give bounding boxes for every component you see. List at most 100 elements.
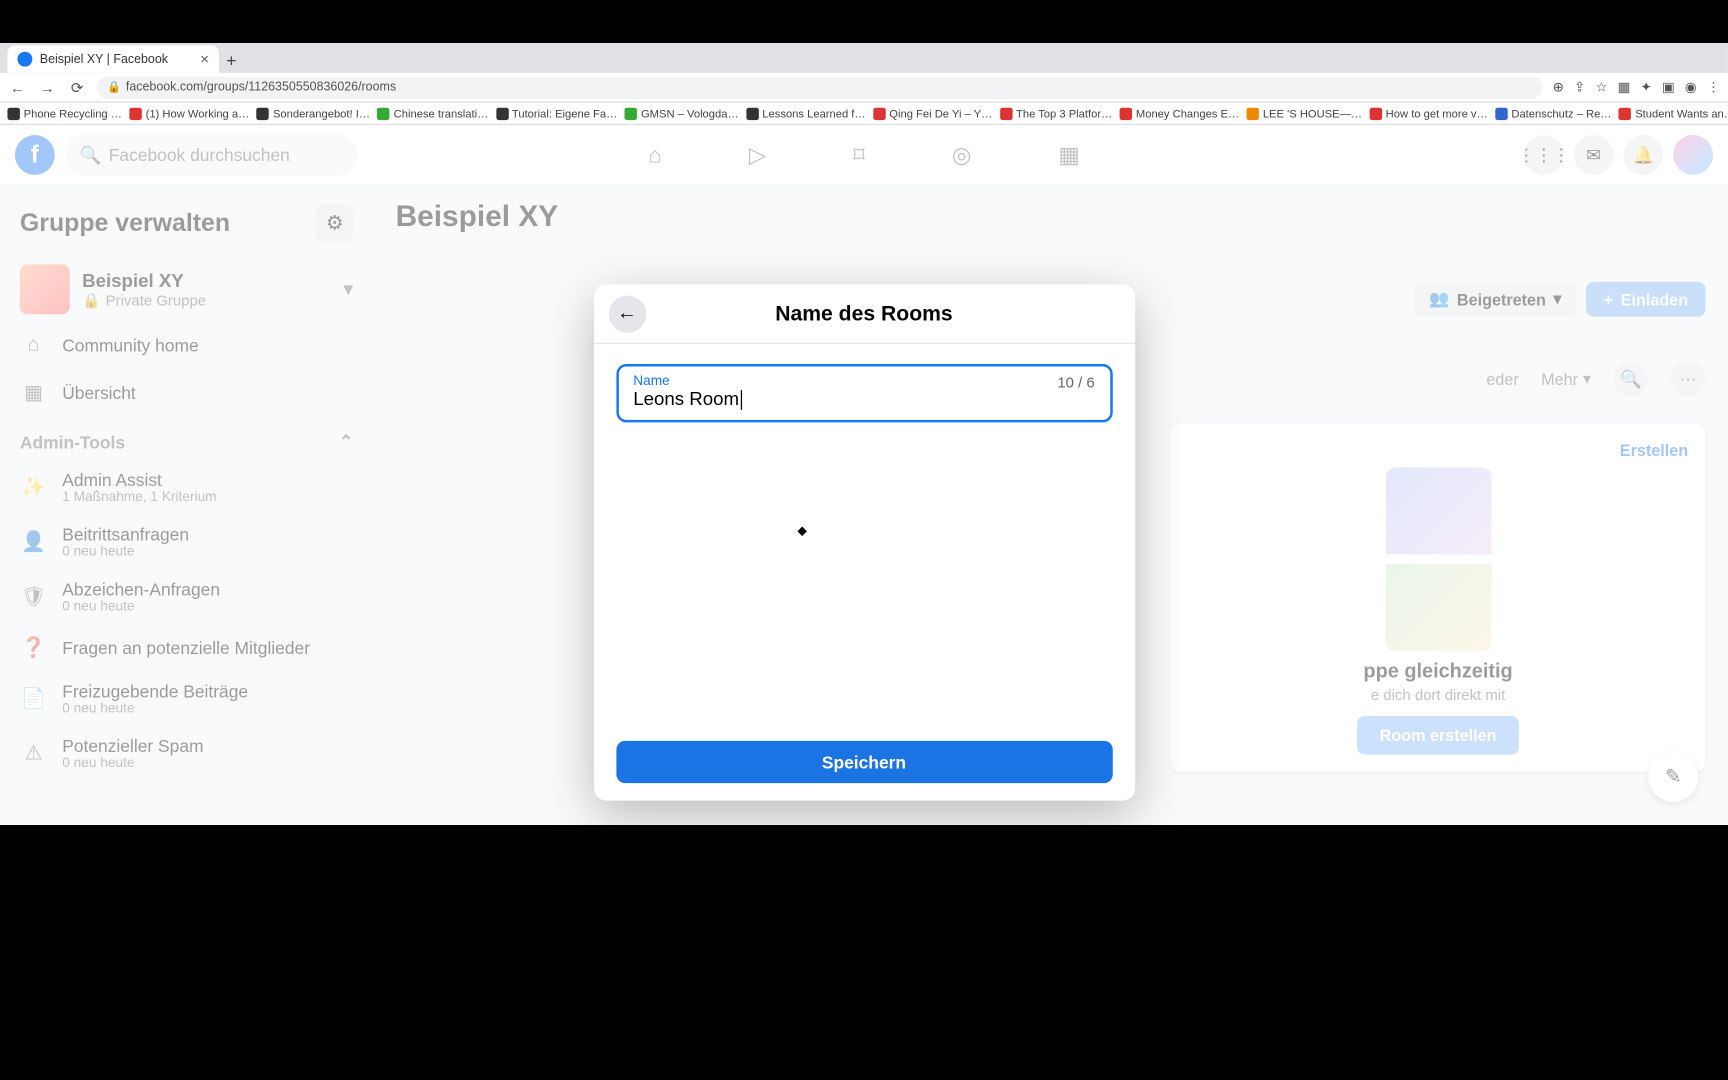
browser-address-bar: ← → ⟳ 🔒 facebook.com/groups/112635055083…	[0, 73, 1728, 103]
sidebar-item-label: Fragen an potenzielle Mitglieder	[62, 638, 310, 658]
gaming-icon[interactable]: ▦	[1058, 142, 1079, 168]
messenger-icon[interactable]: ✉	[1574, 135, 1614, 175]
rooms-illustration	[1385, 467, 1491, 651]
sidebar-item-label: Community home	[62, 335, 198, 355]
fb-search[interactable]: 🔍 Facebook durchsuchen	[65, 134, 357, 176]
admin-item-icon: ❓	[20, 634, 47, 661]
home-icon: ⌂	[20, 332, 47, 359]
bookmark-favicon	[746, 107, 758, 119]
tab-title: Beispiel XY | Facebook	[40, 52, 168, 66]
bookmark-item[interactable]: Qing Fei De Yi – Y…	[873, 107, 992, 119]
bookmark-label: The Top 3 Platfor…	[1016, 107, 1112, 119]
bookmark-label: How to get more v…	[1386, 107, 1488, 119]
search-in-group-icon[interactable]: 🔍	[1613, 361, 1648, 396]
overview-icon: ▦	[20, 379, 47, 406]
bookmark-item[interactable]: Tutorial: Eigene Fa…	[496, 107, 618, 119]
sidebar-item-subtext: 1 Maßnahme, 1 Kriterium	[62, 490, 216, 505]
bookmark-item[interactable]: Sonderangebot! I…	[257, 107, 370, 119]
sidebar-title: Gruppe verwalten	[20, 209, 230, 238]
home-icon[interactable]: ⌂	[648, 142, 662, 168]
tab-members[interactable]: eder	[1486, 370, 1518, 389]
chevron-down-icon: ▾	[1553, 289, 1561, 309]
compose-fab[interactable]: ✎	[1648, 752, 1698, 802]
bookmark-item[interactable]: How to get more v…	[1370, 107, 1488, 119]
more-options-icon[interactable]: ⋯	[1671, 361, 1706, 396]
name-field[interactable]: Name Leons Room 10 / 6	[616, 364, 1112, 422]
save-button[interactable]: Speichern	[616, 741, 1112, 783]
bookmark-item[interactable]: Money Changes E…	[1120, 107, 1239, 119]
bookmark-label: Money Changes E…	[1136, 107, 1239, 119]
bookmark-favicon	[1000, 107, 1012, 119]
bookmarks-bar: Phone Recycling … (1) How Working a… Sonde…	[0, 103, 1728, 125]
zoom-icon[interactable]: ⊕	[1553, 79, 1564, 95]
sidebar-admin-item[interactable]: 👤Beitrittsanfragen0 neu heute	[10, 514, 363, 569]
text-cursor	[740, 389, 741, 409]
bookmark-item[interactable]: Datenschutz – Re…	[1495, 107, 1611, 119]
bookmark-favicon	[1495, 107, 1507, 119]
bookmark-label: Lessons Learned f…	[762, 107, 865, 119]
bookmark-item[interactable]: Phone Recycling …	[7, 107, 122, 119]
tab-close-icon[interactable]: ×	[200, 50, 209, 67]
sidebar-item-community-home[interactable]: ⌂ Community home	[10, 322, 363, 369]
bookmark-item[interactable]: GMSN – Vologda…	[625, 107, 739, 119]
bookmark-favicon	[1120, 107, 1132, 119]
nav-back-icon[interactable]: ←	[7, 78, 27, 95]
marketplace-icon[interactable]: ⌑	[853, 142, 865, 168]
group-selector[interactable]: Beispiel XY 🔒Private Gruppe ▾	[10, 257, 363, 322]
star-icon[interactable]: ☆	[1595, 79, 1607, 95]
url-field[interactable]: 🔒 facebook.com/groups/1126350550836026/r…	[97, 76, 1543, 98]
field-value: Leons Room	[633, 389, 739, 410]
sidebar-admin-item[interactable]: ⚠Potenzieller Spam0 neu heute	[10, 726, 363, 781]
bookmark-item[interactable]: Student Wants an…	[1619, 107, 1728, 119]
bookmark-label: Chinese translati…	[394, 107, 489, 119]
share-icon[interactable]: ⇪	[1574, 79, 1585, 95]
bookmark-item[interactable]: (1) How Working a…	[129, 107, 249, 119]
bookmark-item[interactable]: The Top 3 Platfor…	[1000, 107, 1112, 119]
create-link[interactable]: Erstellen	[1620, 441, 1688, 460]
groups-icon[interactable]: ◎	[952, 142, 972, 168]
nav-forward-icon[interactable]: →	[37, 78, 57, 95]
fb-logo[interactable]: f	[15, 135, 55, 175]
chevron-down-icon[interactable]: ▾	[343, 277, 353, 302]
group-icon: 👥	[1429, 289, 1449, 309]
browser-tab[interactable]: Beispiel XY | Facebook ×	[7, 45, 218, 72]
sidebar-admin-item[interactable]: ❓ Fragen an potenzielle Mitglieder	[10, 624, 363, 671]
bookmark-label: GMSN – Vologda…	[641, 107, 739, 119]
sidebar-admin-item[interactable]: 🛡Abzeichen-Anfragen0 neu heute	[10, 569, 363, 624]
sidebar-item-overview[interactable]: ▦ Übersicht	[10, 369, 363, 416]
nav-reload-icon[interactable]: ⟳	[67, 78, 87, 95]
admin-item-icon: 📄	[20, 685, 47, 712]
bookmark-item[interactable]: LEE 'S HOUSE—…	[1247, 107, 1362, 119]
fb-ext-icon[interactable]: ▦	[1618, 79, 1631, 95]
account-avatar[interactable]	[1673, 135, 1713, 175]
invite-button[interactable]: + Einladen	[1586, 282, 1705, 317]
sidebar-item-label: Freizugebende Beiträge	[62, 681, 248, 701]
tab-more[interactable]: Mehr ▾	[1541, 369, 1591, 389]
sidebar-admin-item[interactable]: 📄Freizugebende Beiträge0 neu heute	[10, 671, 363, 726]
notifications-icon[interactable]: 🔔	[1623, 135, 1663, 175]
extensions-icon[interactable]: ✦	[1641, 79, 1652, 95]
search-icon: 🔍	[80, 144, 102, 165]
rooms-card: Erstellen ppe gleichzeitig e dich dort d…	[1171, 424, 1706, 772]
sidebar-item-label: Beitrittsanfragen	[62, 524, 189, 544]
watch-icon[interactable]: ▷	[749, 142, 766, 168]
joined-button[interactable]: 👥 Beigetreten ▾	[1414, 282, 1576, 317]
profile-icon[interactable]: ◉	[1685, 79, 1697, 95]
modal-back-button[interactable]: ←	[608, 295, 645, 332]
bookmark-item[interactable]: Lessons Learned f…	[746, 107, 866, 119]
bookmark-item[interactable]: Chinese translati…	[378, 107, 489, 119]
menu-icon[interactable]: ⋮	[1707, 79, 1721, 95]
sidebar-item-label: Admin Assist	[62, 470, 216, 490]
plus-icon: +	[1604, 290, 1613, 309]
side-panel-icon[interactable]: ▣	[1662, 79, 1675, 95]
admin-tools-heading[interactable]: Admin-Tools ⌃	[10, 416, 363, 460]
joined-label: Beigetreten	[1457, 290, 1546, 309]
sidebar-settings-icon[interactable]: ⚙	[316, 205, 353, 242]
rooms-heading: ppe gleichzeitig	[1363, 661, 1512, 683]
new-tab-button[interactable]: +	[219, 50, 244, 72]
menu-grid-icon[interactable]: ⋮⋮⋮	[1524, 135, 1564, 175]
room-create-button[interactable]: Room erstellen	[1357, 716, 1519, 755]
sidebar-admin-item[interactable]: ✨Admin Assist1 Maßnahme, 1 Kriterium	[10, 460, 363, 515]
bookmark-label: Qing Fei De Yi – Y…	[889, 107, 992, 119]
bookmark-favicon	[129, 107, 141, 119]
